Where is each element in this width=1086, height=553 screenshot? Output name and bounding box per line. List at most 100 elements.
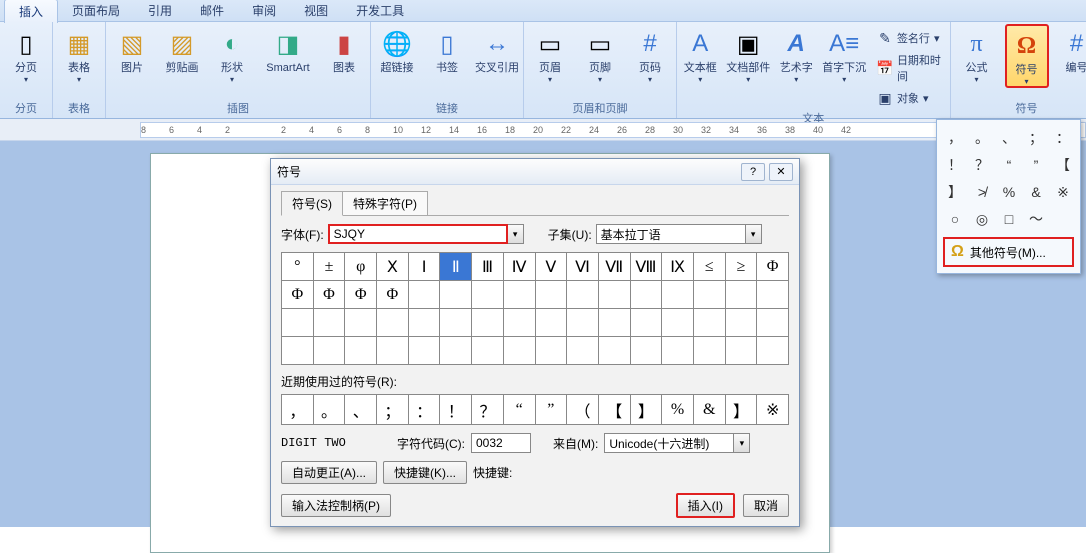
symbol-grid-item[interactable]: ？ (970, 153, 994, 177)
tab-symbols[interactable]: 符号(S) (281, 191, 343, 216)
char-cell[interactable] (757, 281, 789, 309)
symbol-grid-item[interactable]: 。 (970, 126, 994, 150)
recent-char-cell[interactable]: 。 (314, 395, 346, 425)
char-cell[interactable]: φ (345, 253, 377, 281)
char-cell[interactable] (314, 309, 346, 337)
char-cell[interactable] (314, 337, 346, 365)
char-cell[interactable] (662, 337, 694, 365)
quickparts-button[interactable]: ▣文档部件▾ (725, 24, 770, 84)
char-cell[interactable] (726, 281, 758, 309)
close-button[interactable]: ✕ (769, 163, 793, 181)
char-cell[interactable] (282, 337, 314, 365)
recent-char-cell[interactable]: 】 (726, 395, 758, 425)
recent-char-cell[interactable]: % (662, 395, 694, 425)
char-cell[interactable] (472, 309, 504, 337)
symbol-grid-item[interactable]: ！ (943, 153, 967, 177)
char-cell[interactable] (757, 309, 789, 337)
char-cell[interactable]: Ⅵ (567, 253, 599, 281)
recent-char-cell[interactable]: ” (536, 395, 568, 425)
smartart-button[interactable]: ◨SmartArt (260, 24, 316, 75)
symbol-grid-item[interactable]: 、 (997, 126, 1021, 150)
symbol-grid-item[interactable]: ” (1024, 153, 1048, 177)
shapes-button[interactable]: ◐形状▾ (210, 24, 254, 84)
dropdown-icon[interactable]: ▾ (734, 433, 750, 453)
symbol-grid-item[interactable]: ◎ (970, 207, 994, 231)
equation-button[interactable]: π公式▾ (955, 24, 999, 84)
char-cell[interactable] (472, 337, 504, 365)
symbol-grid-item[interactable]: ； (1024, 126, 1048, 150)
char-cell[interactable] (282, 309, 314, 337)
char-cell[interactable] (599, 281, 631, 309)
cancel-button[interactable]: 取消 (743, 494, 789, 517)
hyperlink-button[interactable]: 🌐超链接 (375, 24, 419, 75)
symbol-grid-item[interactable]: ， (943, 126, 967, 150)
recent-char-cell[interactable]: ， (282, 395, 314, 425)
wordart-button[interactable]: A艺术字▾ (777, 24, 815, 84)
recent-char-cell[interactable]: ※ (757, 395, 789, 425)
recent-char-cell[interactable]: & (694, 395, 726, 425)
char-cell[interactable] (726, 309, 758, 337)
symbol-grid-item[interactable]: % (997, 180, 1021, 204)
char-cell[interactable] (662, 281, 694, 309)
shortcut-button[interactable]: 快捷键(K)... (383, 461, 467, 484)
textbox-button[interactable]: A文本框▾ (681, 24, 719, 84)
symbol-grid-item[interactable]: 【 (1051, 153, 1075, 177)
char-cell[interactable] (472, 281, 504, 309)
insert-button[interactable]: 插入(I) (676, 493, 735, 518)
char-cell[interactable] (567, 281, 599, 309)
char-cell[interactable] (409, 337, 441, 365)
char-cell[interactable]: ° (282, 253, 314, 281)
char-cell[interactable]: Φ (282, 281, 314, 309)
symbol-button[interactable]: Ω符号▾ (1005, 24, 1049, 88)
recent-char-cell[interactable]: ； (377, 395, 409, 425)
subset-combo[interactable]: ▾ (596, 224, 762, 244)
table-button[interactable]: ▦ 表格 ▾ (57, 24, 101, 84)
chart-button[interactable]: ▮图表 (322, 24, 366, 75)
tab-insert[interactable]: 插入 (4, 0, 58, 23)
char-cell[interactable] (631, 309, 663, 337)
char-cell[interactable] (726, 337, 758, 365)
char-cell[interactable]: ≤ (694, 253, 726, 281)
char-cell[interactable] (536, 337, 568, 365)
pagenum-button[interactable]: #页码▾ (628, 24, 672, 84)
char-cell[interactable] (536, 309, 568, 337)
char-cell[interactable]: Φ (345, 281, 377, 309)
tab-layout[interactable]: 页面布局 (58, 0, 134, 22)
tab-view[interactable]: 视图 (290, 0, 342, 22)
char-cell[interactable]: Ⅶ (599, 253, 631, 281)
symbol-grid-item[interactable]: □ (997, 207, 1021, 231)
char-cell[interactable] (345, 337, 377, 365)
recent-char-cell[interactable]: 、 (345, 395, 377, 425)
number-button[interactable]: #编号 (1055, 24, 1086, 75)
font-input[interactable] (328, 224, 508, 244)
date-time[interactable]: 📅日期和时间 (873, 50, 946, 86)
symbol-grid-item[interactable]: ≯ (970, 180, 994, 204)
dialog-titlebar[interactable]: 符号 ? ✕ (271, 159, 799, 185)
symbol-grid-item[interactable]: ※ (1051, 180, 1075, 204)
char-cell[interactable]: ± (314, 253, 346, 281)
char-cell[interactable]: Ⅸ (662, 253, 694, 281)
char-cell[interactable]: Ⅰ (409, 253, 441, 281)
dropdown-icon[interactable]: ▾ (746, 224, 762, 244)
symbol-grid-item[interactable]: ～ (1024, 207, 1048, 231)
symbol-grid-item[interactable]: & (1024, 180, 1048, 204)
crossref-button[interactable]: ↔交叉引用 (475, 24, 519, 75)
from-input[interactable] (604, 433, 734, 453)
object[interactable]: ▣对象 ▾ (873, 88, 946, 108)
subset-input[interactable] (596, 224, 746, 244)
char-cell[interactable]: Ⅳ (504, 253, 536, 281)
char-cell[interactable]: Ⅹ (377, 253, 409, 281)
char-cell[interactable] (694, 309, 726, 337)
picture-button[interactable]: ▧图片 (110, 24, 154, 75)
symbol-grid-item[interactable]: ： (1051, 126, 1075, 150)
char-cell[interactable] (536, 281, 568, 309)
char-cell[interactable]: Φ (757, 253, 789, 281)
footer-button[interactable]: ▭页脚▾ (578, 24, 622, 84)
autocorrect-button[interactable]: 自动更正(A)... (281, 461, 377, 484)
char-cell[interactable] (345, 309, 377, 337)
recent-char-cell[interactable]: ？ (472, 395, 504, 425)
char-cell[interactable] (631, 281, 663, 309)
recent-char-cell[interactable]: “ (504, 395, 536, 425)
char-cell[interactable]: Φ (314, 281, 346, 309)
symbol-grid-item[interactable]: 】 (943, 180, 967, 204)
